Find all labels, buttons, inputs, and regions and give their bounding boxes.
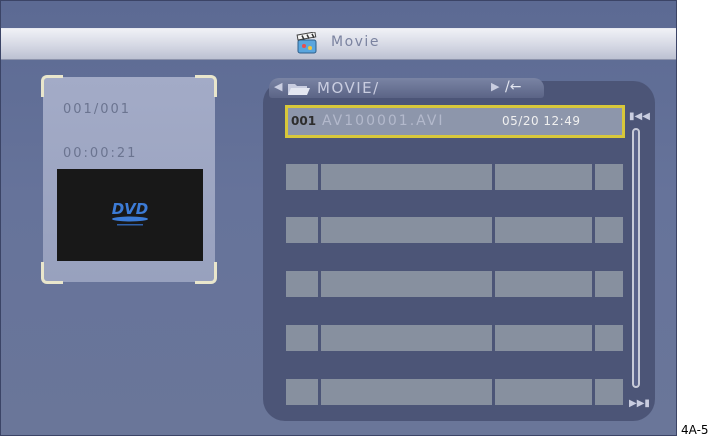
dvd-logo-icon: DVD bbox=[112, 200, 149, 226]
frame-corner bbox=[195, 262, 217, 284]
file-row-empty[interactable] bbox=[286, 325, 626, 351]
movie-clapper-icon bbox=[296, 32, 317, 54]
skip-previous-icon[interactable]: ▮◀◀ bbox=[629, 111, 650, 122]
file-row-empty[interactable] bbox=[286, 379, 626, 405]
figure-caption: 4A-5 bbox=[681, 423, 709, 437]
file-datetime: 05/20 12:49 bbox=[502, 114, 581, 128]
page-title: Movie bbox=[331, 34, 380, 50]
file-row-selected[interactable]: 001 AV100001.AVI 05/20 12:49 bbox=[285, 105, 625, 138]
duration-text: 00:00:21 bbox=[63, 146, 138, 161]
file-row-empty[interactable] bbox=[286, 164, 626, 190]
video-thumbnail: DVD bbox=[57, 169, 203, 261]
frame-corner bbox=[41, 262, 63, 284]
arrow-left-icon[interactable]: ◀ bbox=[274, 80, 282, 93]
current-path: MOVIE/ bbox=[317, 79, 380, 97]
header-bar: Movie bbox=[1, 28, 676, 60]
frame-corner bbox=[195, 75, 217, 97]
file-row-empty[interactable] bbox=[286, 271, 626, 297]
file-index: 001 bbox=[291, 114, 317, 128]
folder-open-icon bbox=[288, 84, 310, 95]
file-row-empty[interactable] bbox=[286, 217, 626, 243]
back-return-icon[interactable]: /← bbox=[505, 79, 521, 95]
file-name: AV100001.AVI bbox=[322, 113, 445, 129]
skip-next-icon[interactable]: ▶▶▮ bbox=[629, 398, 650, 409]
frame-corner bbox=[41, 75, 63, 97]
arrow-right-icon[interactable]: ▶ bbox=[491, 80, 499, 93]
scrollbar[interactable] bbox=[632, 128, 640, 388]
dvd-logo-text: DVD bbox=[112, 200, 149, 218]
player-screen: Movie 001/001 00:00:21 DVD ◀ MOVIE/ ▶ /←… bbox=[0, 0, 677, 436]
file-info-panel: 001/001 00:00:21 DVD bbox=[41, 75, 217, 284]
breadcrumb: ◀ MOVIE/ ▶ /← bbox=[269, 78, 544, 98]
file-count: 001/001 bbox=[63, 102, 132, 117]
